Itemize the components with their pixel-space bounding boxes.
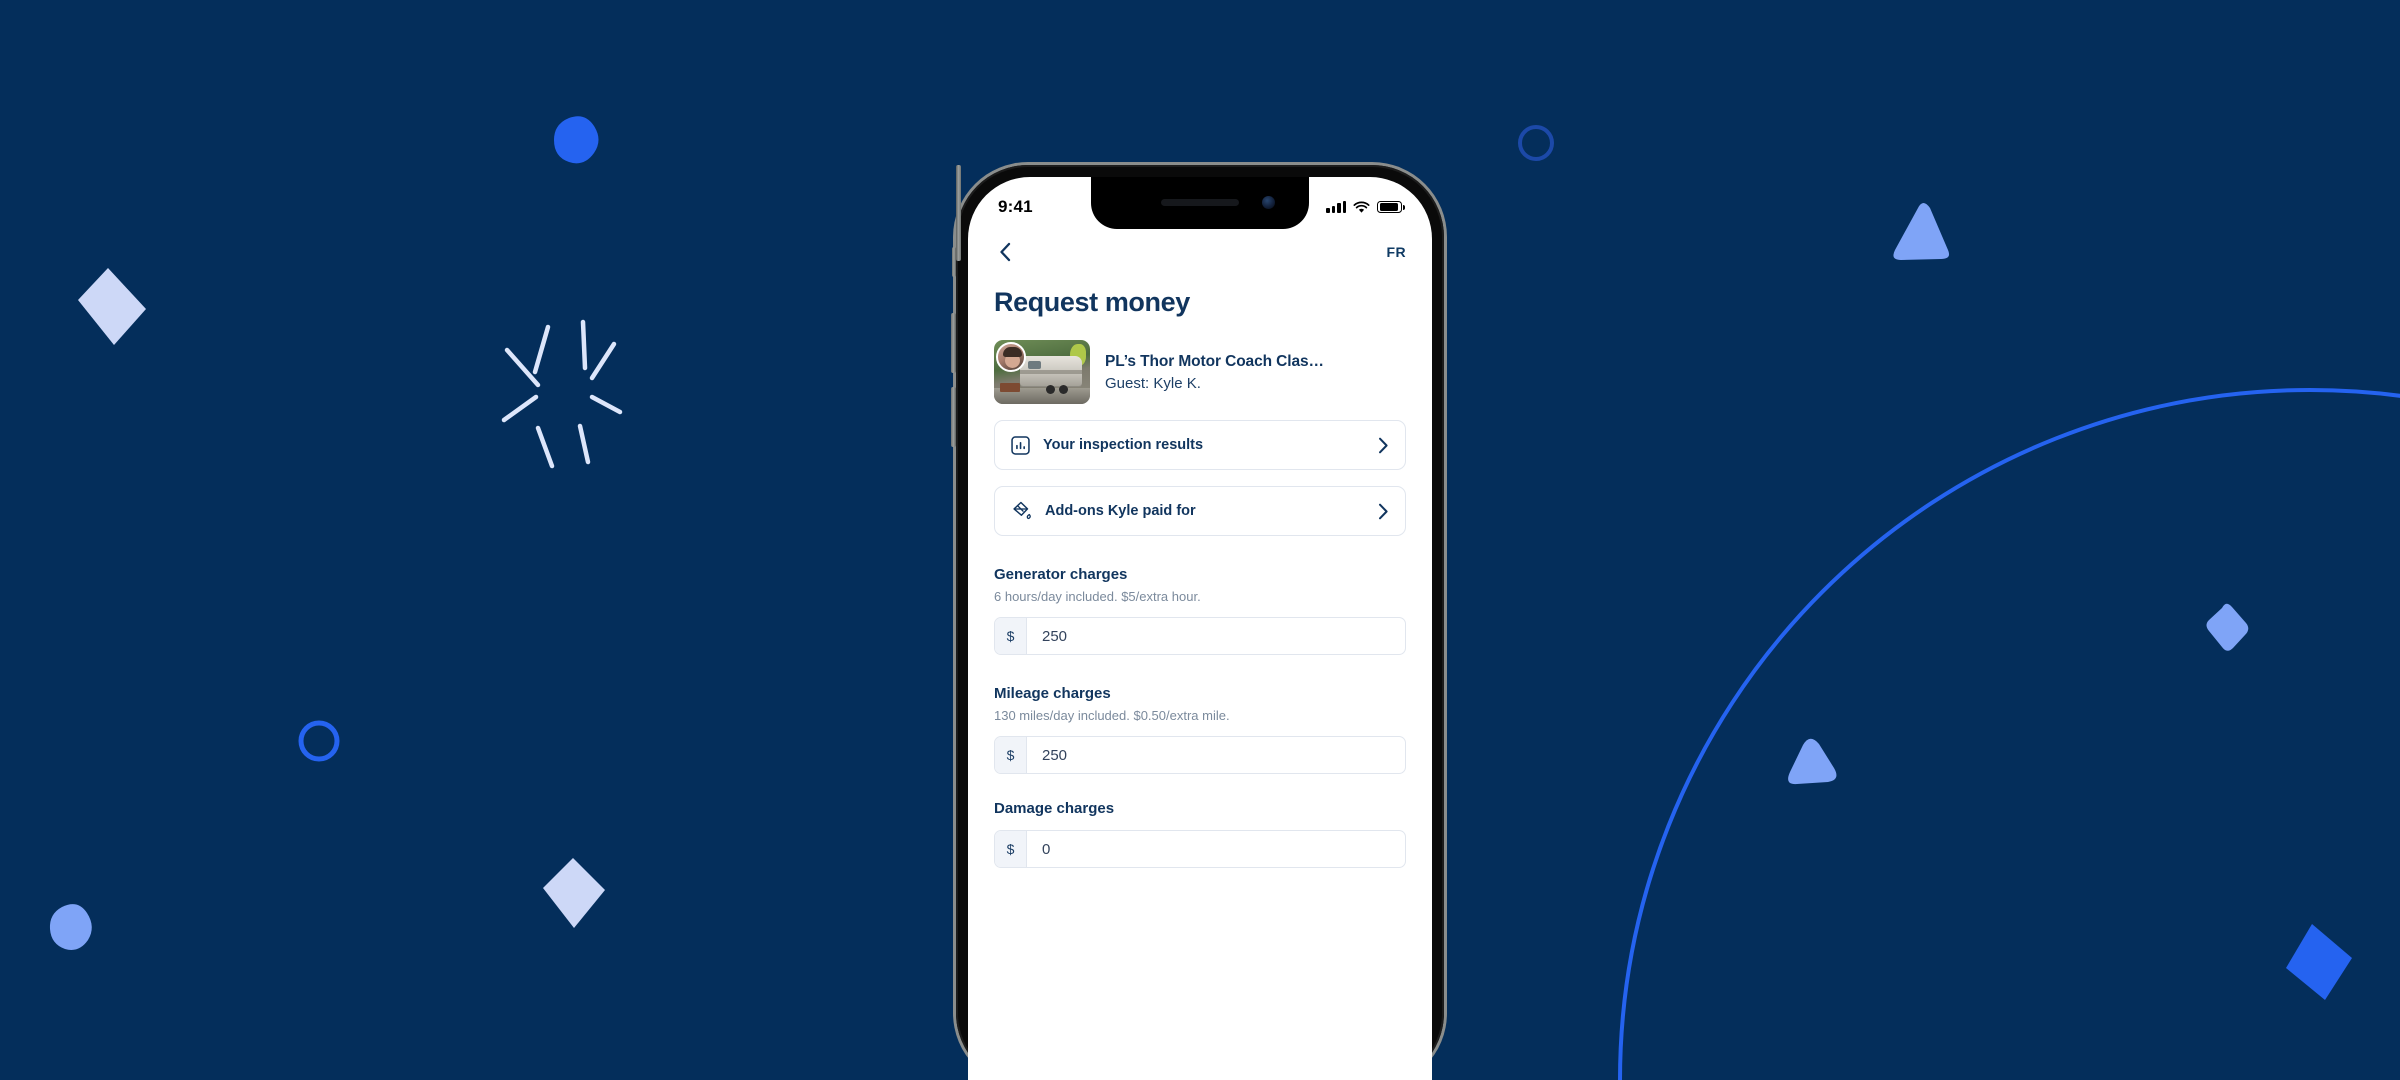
generator-charges-section: Generator charges 6 hours/day included. …	[994, 566, 1406, 655]
status-indicators	[1326, 200, 1405, 214]
generator-charges-input[interactable]: $ 250	[994, 617, 1406, 655]
inspection-results-card[interactable]: Your inspection results	[994, 420, 1406, 470]
damage-charges-title: Damage charges	[994, 800, 1115, 817]
silence-switch[interactable]	[952, 247, 956, 277]
damage-charges-section: Damage charges $ 0	[994, 800, 1406, 868]
guest-avatar	[996, 342, 1026, 372]
generator-charges-title: Generator charges	[994, 566, 1128, 583]
addons-card[interactable]: Add-ons Kyle paid for	[994, 486, 1406, 536]
signal-bars-icon	[1326, 200, 1346, 213]
listing-name: PL’s Thor Motor Coach Clas…	[1105, 352, 1324, 370]
currency-prefix: $	[995, 618, 1027, 654]
page-title: Request money	[994, 287, 1190, 317]
inspection-results-label: Your inspection results	[1043, 437, 1204, 453]
mileage-charges-subtitle: 130 miles/day included. $0.50/extra mile…	[994, 708, 1230, 723]
earpiece-speaker-icon	[1161, 199, 1239, 206]
mileage-charges-title: Mileage charges	[994, 685, 1111, 702]
mileage-charges-section: Mileage charges 130 miles/day included. …	[994, 685, 1406, 774]
mileage-charges-input[interactable]: $ 250	[994, 736, 1406, 774]
chevron-left-icon	[1000, 242, 1011, 262]
currency-prefix: $	[995, 737, 1027, 773]
listing-summary[interactable]: PL’s Thor Motor Coach Clas… Guest: Kyle …	[994, 340, 1406, 404]
listing-guest: Guest: Kyle K.	[1105, 374, 1201, 392]
notch	[1091, 177, 1309, 229]
paint-bucket-icon	[1013, 501, 1031, 520]
front-camera-icon	[1262, 196, 1275, 209]
wifi-icon	[1353, 201, 1370, 213]
addons-label: Add-ons Kyle paid for	[1045, 503, 1196, 519]
rv-listing-photo	[994, 340, 1090, 404]
listing-text: PL’s Thor Motor Coach Clas… Guest: Kyle …	[1105, 353, 1324, 392]
battery-icon	[1377, 200, 1405, 214]
chevron-right-icon	[1379, 437, 1388, 453]
language-toggle-button[interactable]: FR	[1387, 244, 1406, 260]
volume-down-button[interactable]	[951, 387, 956, 447]
chevron-right-icon	[1379, 503, 1388, 519]
damage-charges-input[interactable]: $ 0	[994, 830, 1406, 868]
nav-bar: FR	[994, 229, 1406, 275]
generator-charges-subtitle: 6 hours/day included. $5/extra hour.	[994, 589, 1201, 604]
volume-up-button[interactable]	[951, 313, 956, 373]
phone-device: 9:41 FR Request money PL’s Thor Motor Co…	[951, 165, 1444, 1080]
damage-charges-value[interactable]: 0	[1027, 831, 1405, 867]
currency-prefix: $	[995, 831, 1027, 867]
generator-charges-value[interactable]: 250	[1027, 618, 1405, 654]
status-time: 9:41	[998, 197, 1033, 216]
power-button[interactable]	[956, 165, 961, 261]
mileage-charges-value[interactable]: 250	[1027, 737, 1405, 773]
phone-screen: 9:41 FR Request money PL’s Thor Motor Co…	[968, 177, 1432, 1080]
bar-chart-icon	[1011, 435, 1030, 455]
back-button[interactable]	[994, 241, 1016, 263]
app-content: FR Request money PL’s Thor Motor Coach C…	[968, 229, 1432, 868]
